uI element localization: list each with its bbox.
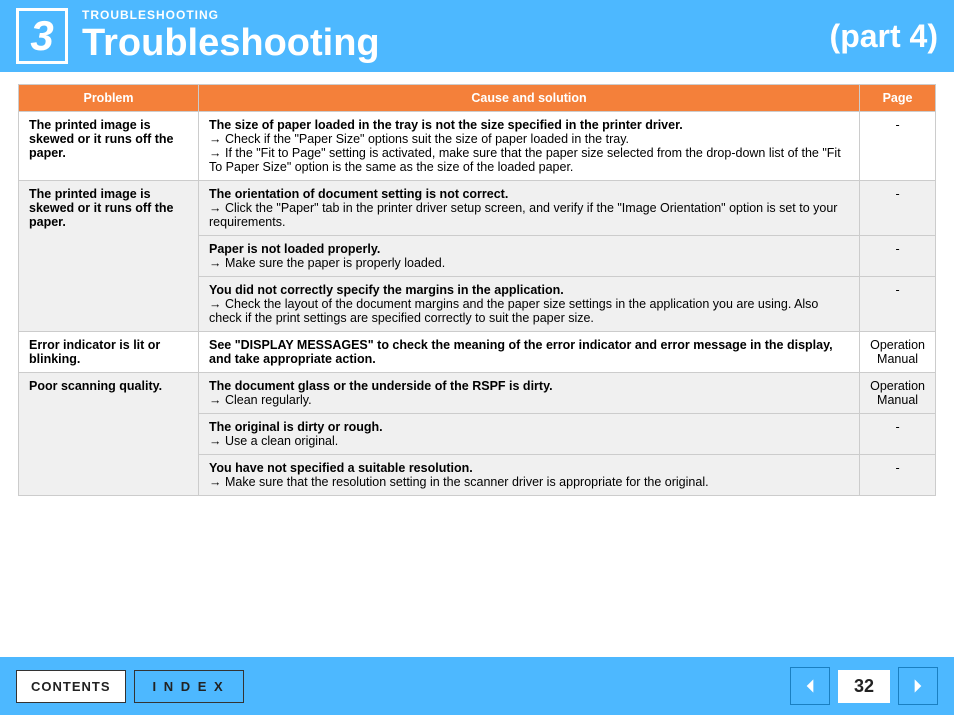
cause-body: → Make sure the paper is properly loaded…	[209, 256, 445, 270]
problem-cell: The printed image is skewed or it runs o…	[19, 112, 199, 181]
cause-title: You have not specified a suitable resolu…	[209, 461, 473, 475]
table-row: Error indicator is lit or blinking. See "…	[19, 332, 936, 373]
cause-body: → Make sure that the resolution setting …	[209, 475, 709, 489]
page-header-cell: Page	[860, 85, 936, 112]
page-cell: Operation Manual	[860, 373, 936, 414]
cause-header: Cause and solution	[199, 85, 860, 112]
page-title: Troubleshooting	[82, 22, 380, 65]
page-footer: CONTENTS I N D E X 32	[0, 657, 954, 715]
table-header-row: Problem Cause and solution Page	[19, 85, 936, 112]
cause-cell: The document glass or the underside of t…	[199, 373, 860, 414]
page-cell: -	[860, 277, 936, 332]
section-label: TROUBLESHOOTING	[82, 8, 380, 22]
contents-button[interactable]: CONTENTS	[16, 670, 126, 703]
table-row: The printed image is skewed or it runs o…	[19, 181, 936, 236]
cause-title: The original is dirty or rough.	[209, 420, 383, 434]
cause-cell: Paper is not loaded properly.→ Make sure…	[199, 236, 860, 277]
index-button[interactable]: I N D E X	[134, 670, 244, 703]
page-cell: -	[860, 112, 936, 181]
page-cell: -	[860, 414, 936, 455]
page-number: 32	[838, 670, 890, 703]
page-cell: -	[860, 236, 936, 277]
cause-body: → Clean regularly.	[209, 393, 312, 407]
prev-arrow-icon	[800, 676, 820, 696]
cause-body: → Check if the "Paper Size" options suit…	[209, 132, 841, 174]
part-label: (part 4)	[830, 18, 938, 55]
problem-cell: Error indicator is lit or blinking.	[19, 332, 199, 373]
table-row: The printed image is skewed or it runs o…	[19, 112, 936, 181]
page-cell: -	[860, 181, 936, 236]
page-cell: Operation Manual	[860, 332, 936, 373]
cause-cell: You did not correctly specify the margin…	[199, 277, 860, 332]
cause-cell: The orientation of document setting is n…	[199, 181, 860, 236]
cause-title: See "DISPLAY MESSAGES" to check the mean…	[209, 338, 833, 366]
cause-body: → Check the layout of the document margi…	[209, 297, 818, 325]
header-text-group: TROUBLESHOOTING Troubleshooting	[82, 8, 380, 65]
next-arrow-icon	[908, 676, 928, 696]
next-page-button[interactable]	[898, 667, 938, 705]
problem-cell: The printed image is skewed or it runs o…	[19, 181, 199, 332]
troubleshooting-table: Problem Cause and solution Page The prin…	[18, 84, 936, 496]
cause-cell: The original is dirty or rough.→ Use a c…	[199, 414, 860, 455]
table-row: Poor scanning quality.The document glass…	[19, 373, 936, 414]
chapter-number-box: 3	[16, 8, 68, 64]
chapter-number: 3	[30, 12, 53, 60]
cause-cell: See "DISPLAY MESSAGES" to check the mean…	[199, 332, 860, 373]
cause-body: → Use a clean original.	[209, 434, 338, 448]
problem-header: Problem	[19, 85, 199, 112]
problem-cell: Poor scanning quality.	[19, 373, 199, 496]
cause-title: The orientation of document setting is n…	[209, 187, 508, 201]
page-cell: -	[860, 455, 936, 496]
footer-navigation: 32	[790, 667, 938, 705]
cause-cell: You have not specified a suitable resolu…	[199, 455, 860, 496]
cause-cell: The size of paper loaded in the tray is …	[199, 112, 860, 181]
prev-page-button[interactable]	[790, 667, 830, 705]
cause-title: You did not correctly specify the margin…	[209, 283, 564, 297]
cause-title: The document glass or the underside of t…	[209, 379, 553, 393]
cause-title: Paper is not loaded properly.	[209, 242, 380, 256]
cause-body: → Click the "Paper" tab in the printer d…	[209, 201, 837, 229]
main-content: Problem Cause and solution Page The prin…	[0, 72, 954, 508]
page-header: 3 TROUBLESHOOTING Troubleshooting (part …	[0, 0, 954, 72]
cause-title: The size of paper loaded in the tray is …	[209, 118, 683, 132]
